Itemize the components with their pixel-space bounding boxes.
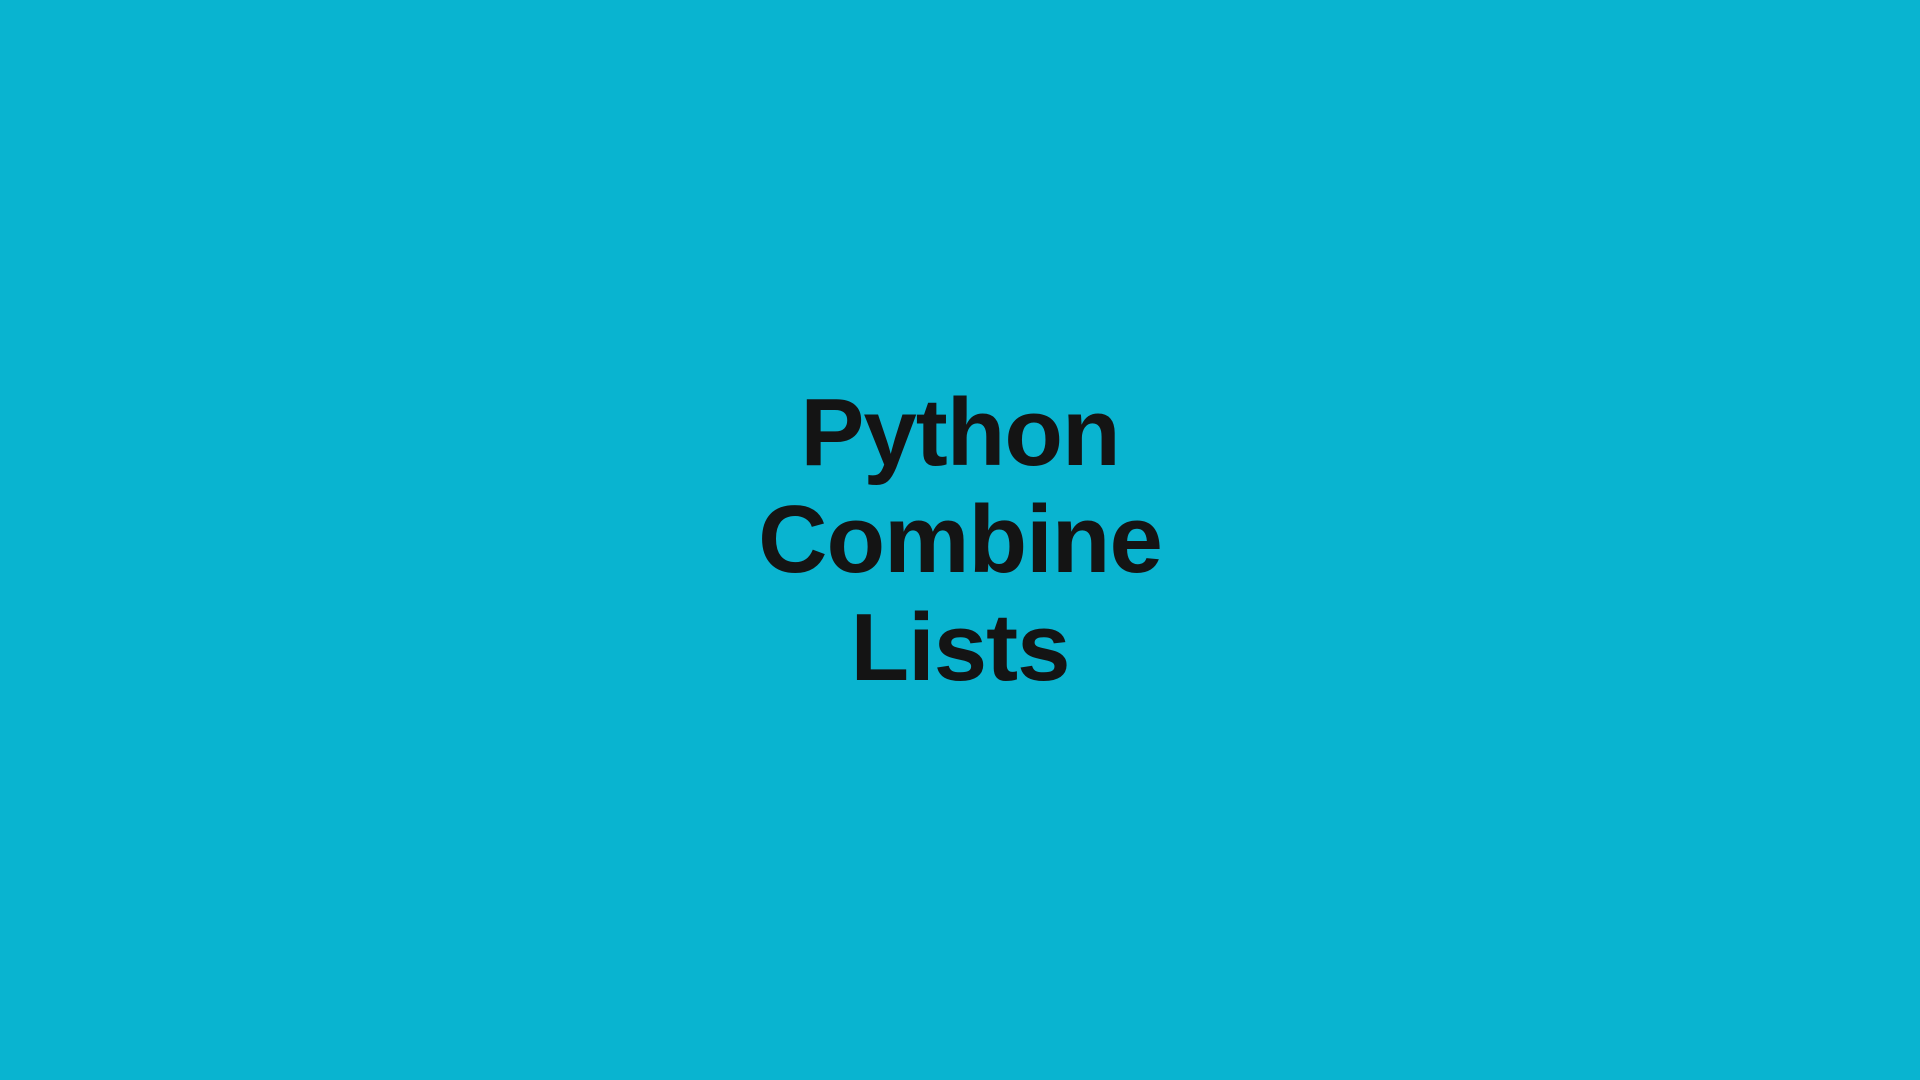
- title-line-1: Python: [758, 379, 1162, 487]
- title-container: Python Combine Lists: [758, 379, 1162, 702]
- title-line-2: Combine: [758, 486, 1162, 594]
- title-line-3: Lists: [758, 594, 1162, 702]
